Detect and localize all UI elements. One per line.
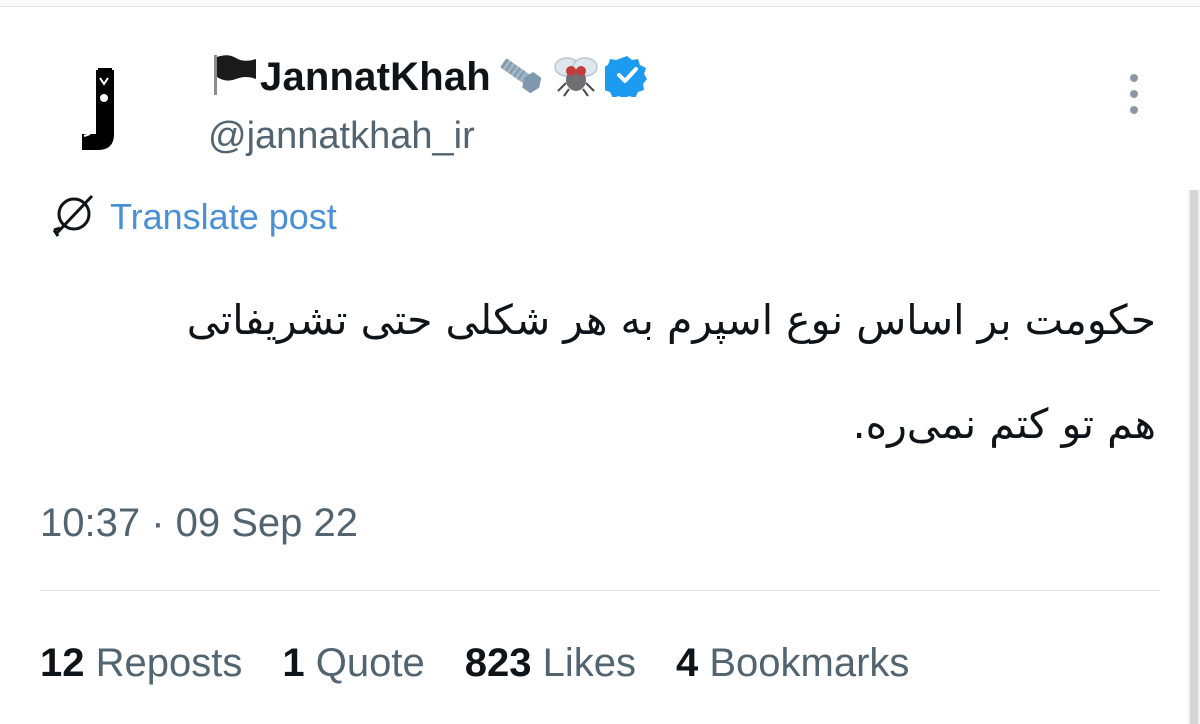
bookmarks-label: Bookmarks	[709, 641, 910, 685]
author-name-row[interactable]: JannatKhah	[208, 52, 649, 102]
author-display-name: JannatKhah	[260, 55, 491, 99]
dot-icon	[1130, 74, 1138, 82]
likes-count: 823	[464, 641, 532, 685]
bookmarks-count: 4	[675, 641, 699, 685]
bookmarks-stat[interactable]: 4 Bookmarks	[676, 636, 909, 690]
dot-icon	[1130, 106, 1138, 114]
quotes-label: Quote	[315, 641, 425, 685]
quotes-stat[interactable]: 1 Quote	[282, 636, 424, 690]
stats-divider	[40, 590, 1160, 591]
likes-stat[interactable]: 823 Likes	[465, 636, 636, 690]
engagement-stats: 12 Reposts 1 Quote 823 Likes 4 Bookmarks	[40, 636, 909, 690]
more-options-button[interactable]	[1116, 70, 1152, 118]
post-timestamp[interactable]: 10:37 · 09 Sep 22	[40, 496, 358, 550]
verified-badge-icon	[600, 53, 649, 102]
likes-label: Likes	[542, 641, 636, 685]
author-handle[interactable]: @jannatkhah_ir	[208, 112, 475, 160]
translate-globe-icon	[50, 190, 98, 243]
quotes-count: 1	[282, 641, 305, 685]
avatar[interactable]	[44, 50, 160, 166]
avatar-j-logo-icon	[45, 51, 159, 165]
nut-and-bolt-icon	[493, 53, 547, 102]
translate-post-link[interactable]: Translate post	[50, 190, 337, 243]
fly-icon	[549, 53, 603, 102]
top-divider	[0, 0, 1200, 7]
reposts-stat[interactable]: 12 Reposts	[40, 636, 242, 690]
reposts-label: Reposts	[95, 641, 243, 685]
reposts-count: 12	[40, 641, 85, 685]
scrollbar-thumb[interactable]	[1190, 190, 1198, 724]
dot-icon	[1130, 90, 1138, 98]
translate-post-label: Translate post	[110, 195, 337, 237]
post-text: حکومت بر اساس نوع اسپرم به هر شکلی حتی ت…	[186, 296, 1156, 448]
black-flag-icon	[208, 53, 258, 102]
